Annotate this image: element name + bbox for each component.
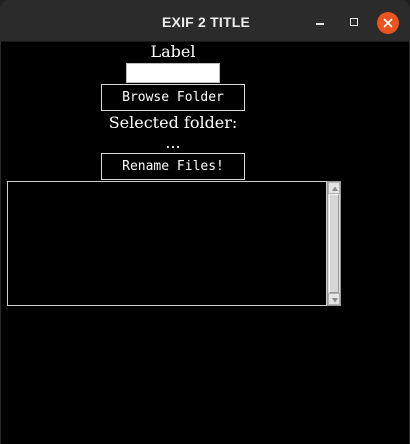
text-entry-field[interactable]: [126, 63, 220, 83]
vertical-scrollbar[interactable]: [327, 181, 341, 306]
main-content: Label Browse Folder Selected folder: ...…: [1, 42, 409, 444]
browse-folder-button[interactable]: Browse Folder: [101, 84, 245, 111]
selected-folder-label: Selected folder:: [108, 113, 238, 132]
arrow-down-icon: [332, 298, 338, 303]
maximize-icon: [350, 18, 358, 26]
scroll-up-button[interactable]: [328, 182, 340, 194]
rename-files-button[interactable]: Rename Files!: [101, 153, 245, 180]
selected-folder-value: ...: [165, 133, 181, 152]
scrollbar-thumb[interactable]: [329, 194, 339, 293]
close-icon: [383, 18, 393, 28]
app-window: EXIF 2 TITLE Label Browse Folder Selecte…: [0, 0, 410, 444]
title-bar[interactable]: EXIF 2 TITLE: [1, 0, 409, 42]
close-button[interactable]: [377, 12, 399, 34]
maximize-button[interactable]: [344, 12, 366, 34]
scroll-down-button[interactable]: [328, 293, 340, 305]
minimize-icon: [316, 23, 324, 25]
log-text-area[interactable]: [7, 181, 327, 306]
minimize-button[interactable]: [309, 12, 331, 34]
field-label: Label: [150, 42, 196, 61]
